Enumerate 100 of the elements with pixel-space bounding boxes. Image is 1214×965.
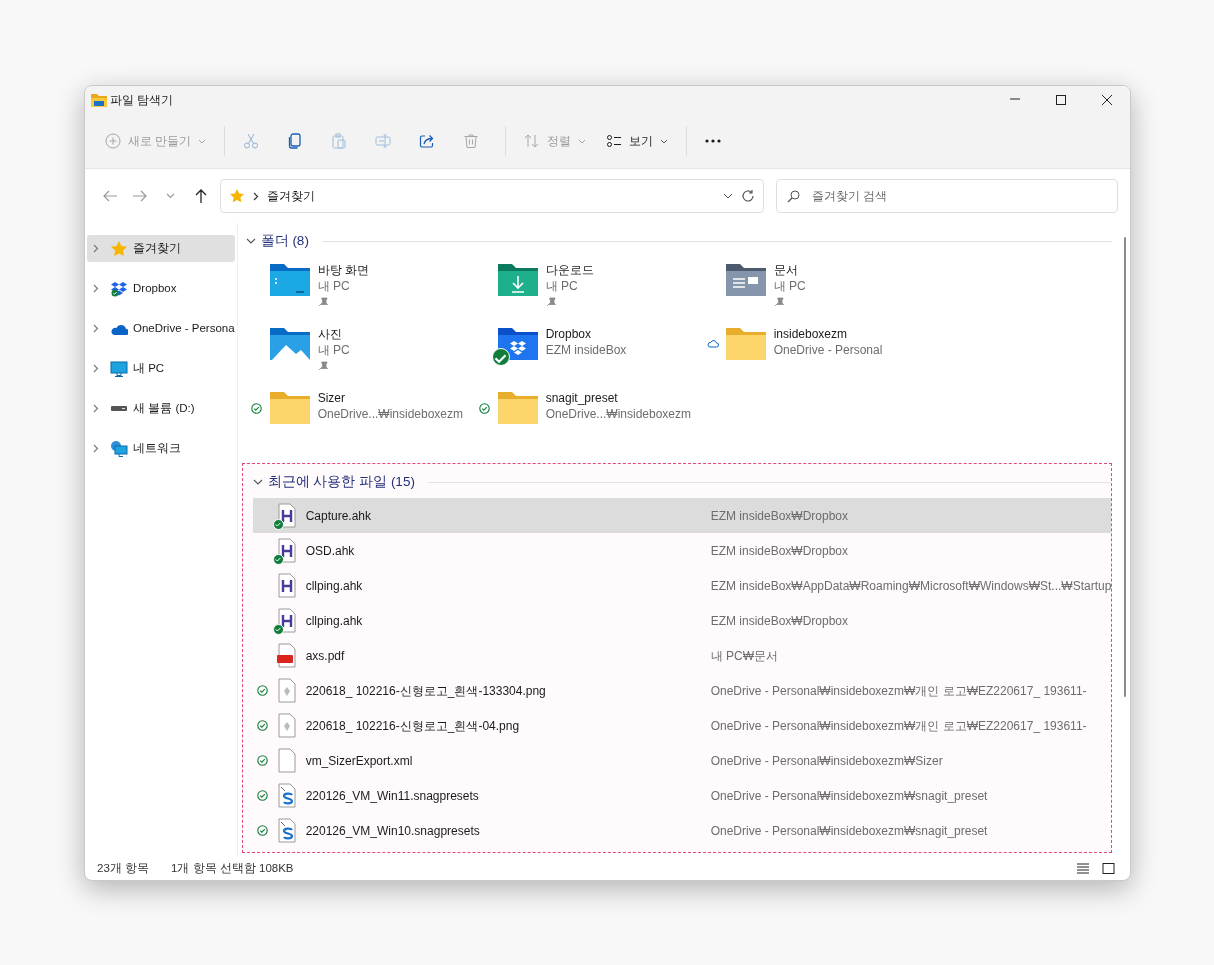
file-location: EZM insideBox₩Dropbox <box>710 613 848 628</box>
file-name: 220126_VM_Win11.snagpresets <box>305 788 479 803</box>
folder-location: OneDrive...₩insideboxezm <box>545 406 691 422</box>
sort-icon <box>524 133 541 149</box>
plus-circle-icon <box>105 133 121 149</box>
chevron-right-icon <box>93 324 99 333</box>
search-icon <box>787 189 800 203</box>
file-name: axs.pdf <box>305 648 345 663</box>
drive-icon <box>111 406 127 411</box>
file-row[interactable]: OSD.ahk EZM insideBox₩Dropbox <box>252 533 1112 568</box>
chevron-right-icon <box>93 444 99 453</box>
folder-icon <box>267 390 312 426</box>
file-location: EZM insideBox₩AppData₩Roaming₩Microsoft₩Windows₩St...₩Startup <box>710 578 1112 593</box>
folder-location: OneDrive - Personal <box>773 342 883 358</box>
folder-icon <box>495 390 540 426</box>
file-row[interactable]: 220618_ 102216-신형로고_흰색-04.png OneDrive - Personal₩insideboxezm₩개인 로고₩EZ220617_ 193611- <box>252 708 1112 743</box>
chevron-right-icon <box>253 191 259 201</box>
file-row[interactable]: cllping.ahk EZM insideBox₩AppData₩Roaming₩Microsoft₩Windows₩St...₩Startup <box>252 568 1112 603</box>
folder-item[interactable]: insideboxezm OneDrive - Personal <box>701 321 930 385</box>
chevron-right-icon <box>93 244 99 253</box>
file-row[interactable]: vm_SizerExport.xml OneDrive - Personal₩insideboxezm₩Sizer <box>252 743 1112 778</box>
file-name: 220618_ 102216-신형로고_흰색-133304.png <box>305 683 546 698</box>
folder-location: 내 PC <box>317 342 350 358</box>
search-field[interactable]: 즐겨찾기 검색 <box>776 179 1118 213</box>
selection-info: 1개 항목 선택함 108KB <box>171 860 294 876</box>
item-count: 23개 항목 <box>97 860 149 876</box>
star-icon <box>229 188 245 204</box>
folder-item[interactable]: 바탕 화면 내 PC <box>245 257 474 321</box>
dropbox-folder-icon <box>495 326 540 362</box>
section-heading[interactable]: 최근에 사용한 파일 (15) <box>267 471 415 493</box>
folder-name: 다운로드 <box>545 262 594 278</box>
rename-icon <box>375 133 392 149</box>
documents-folder-icon <box>723 262 768 298</box>
file-location: OneDrive - Personal₩insideboxezm₩snagit_preset <box>710 788 988 803</box>
folder-location: 내 PC <box>773 278 806 294</box>
folder-icon <box>91 93 107 107</box>
script-file-icon <box>275 502 298 529</box>
image-file-icon <box>275 712 298 739</box>
image-file-icon <box>275 677 298 704</box>
file-row[interactable]: cllping.ahk EZM insideBox₩Dropbox <box>252 603 1112 638</box>
folder-item[interactable]: 문서 내 PC <box>701 257 930 321</box>
folder-name: 문서 <box>773 262 799 278</box>
chevron-right-icon <box>93 404 99 413</box>
caret-icon <box>166 193 176 199</box>
scrollbar[interactable] <box>1124 237 1127 697</box>
folder-item[interactable]: Sizer OneDrive...₩insideboxezm <box>245 385 474 449</box>
sidebar-item[interactable]: Dropbox <box>87 275 235 302</box>
search-input[interactable]: 즐겨찾기 검색 <box>810 186 1090 206</box>
folder-location: 내 PC <box>317 278 351 294</box>
folder-name: 사진 <box>317 326 343 342</box>
clipboard-icon <box>331 133 348 149</box>
folder-item[interactable]: Dropbox EZM insideBox <box>473 321 702 385</box>
maximize-icon <box>1055 94 1067 106</box>
address-bar[interactable]: 즐겨찾기 <box>220 179 764 213</box>
file-row[interactable]: axs.pdf 내 PC₩문서 <box>252 638 1112 673</box>
close-icon <box>1101 94 1113 106</box>
pdf-file-icon <box>275 642 298 669</box>
dropbox-icon <box>110 279 128 298</box>
file-row[interactable]: Capture.ahk EZM insideBox₩Dropbox <box>252 498 1112 533</box>
sidebar-item[interactable]: 새 볼륨 (D:) <box>87 395 235 422</box>
folder-name: snagit_preset <box>545 390 619 406</box>
window-title: 파일 탐색기 <box>110 92 174 109</box>
sidebar-item[interactable]: OneDrive - Persona <box>87 315 235 342</box>
sidebar-item[interactable]: 즐겨찾기 <box>87 235 235 262</box>
sidebar-item[interactable]: 내 PC <box>87 355 235 382</box>
dropdown-caret-icon <box>723 193 733 199</box>
file-name: cllping.ahk <box>305 578 363 593</box>
folder-name: Sizer <box>317 390 346 406</box>
file-location: OneDrive - Personal₩insideboxezm₩개인 로고₩EZ220617_ 193611- <box>710 683 1087 698</box>
chevron-right-icon <box>93 284 99 293</box>
copy-icon <box>287 133 304 149</box>
file-name: 220618_ 102216-신형로고_흰색-04.png <box>305 718 520 733</box>
square-icon <box>1101 862 1115 875</box>
file-row[interactable]: 220126_VM_Win10.snagpresets OneDrive - Personal₩insideboxezm₩snagit_preset <box>252 813 1112 848</box>
folder-item[interactable]: 사진 내 PC <box>245 321 474 385</box>
script-file-icon <box>275 607 298 634</box>
file-location: EZM insideBox₩Dropbox <box>710 508 848 523</box>
network-icon <box>110 439 128 458</box>
breadcrumb-path: 즐겨찾기 <box>267 188 316 205</box>
pictures-folder-icon <box>267 326 312 362</box>
file-row[interactable]: 220618_ 102216-신형로고_흰색-133304.png OneDrive - Personal₩insideboxezm₩개인 로고₩EZ220617_ 193611- <box>252 673 1112 708</box>
sidebar-item[interactable]: 네트워크 <box>87 435 235 462</box>
desktop-folder-icon <box>267 262 312 298</box>
folder-item[interactable]: snagit_preset OneDrive...₩insideboxezm <box>473 385 702 449</box>
folder-location: OneDrive...₩insideboxezm <box>317 406 463 422</box>
section-heading[interactable]: 폴더 (8) <box>260 230 309 252</box>
folder-item[interactable]: 다운로드 내 PC <box>473 257 702 321</box>
view-list-icon <box>606 133 623 149</box>
share-icon <box>419 133 436 149</box>
file-row[interactable]: 220126_VM_Win11.snagpresets OneDrive - Personal₩insideboxezm₩snagit_preset <box>252 778 1112 813</box>
download-folder-icon <box>495 262 540 298</box>
file-name: vm_SizerExport.xml <box>305 753 413 768</box>
script-file-icon <box>275 572 298 599</box>
folder-location: 내 PC <box>545 278 579 294</box>
folder-location: EZM insideBox <box>545 342 627 358</box>
caret-icon <box>660 138 669 144</box>
folder-icon <box>723 326 768 362</box>
caret-icon <box>198 138 207 144</box>
view-button[interactable]: 보기 <box>598 124 677 158</box>
chevron-right-icon <box>93 364 99 373</box>
